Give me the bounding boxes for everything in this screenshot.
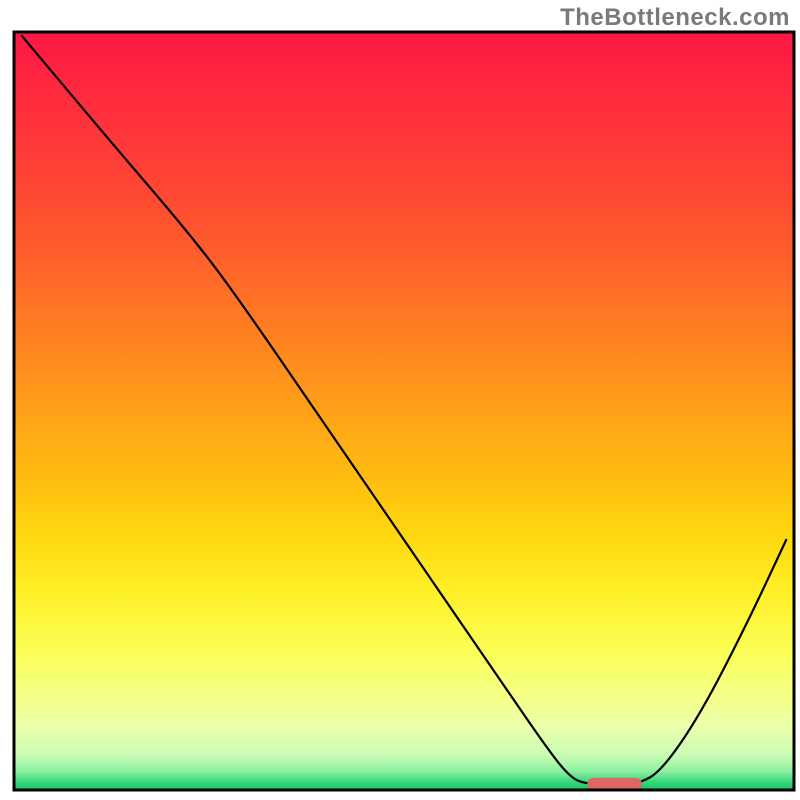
chart-svg [0, 0, 800, 800]
bottleneck-chart: TheBottleneck.com [0, 0, 800, 800]
watermark-text: TheBottleneck.com [560, 4, 790, 32]
optimal-range-marker [587, 778, 642, 790]
gradient-background [14, 32, 794, 790]
